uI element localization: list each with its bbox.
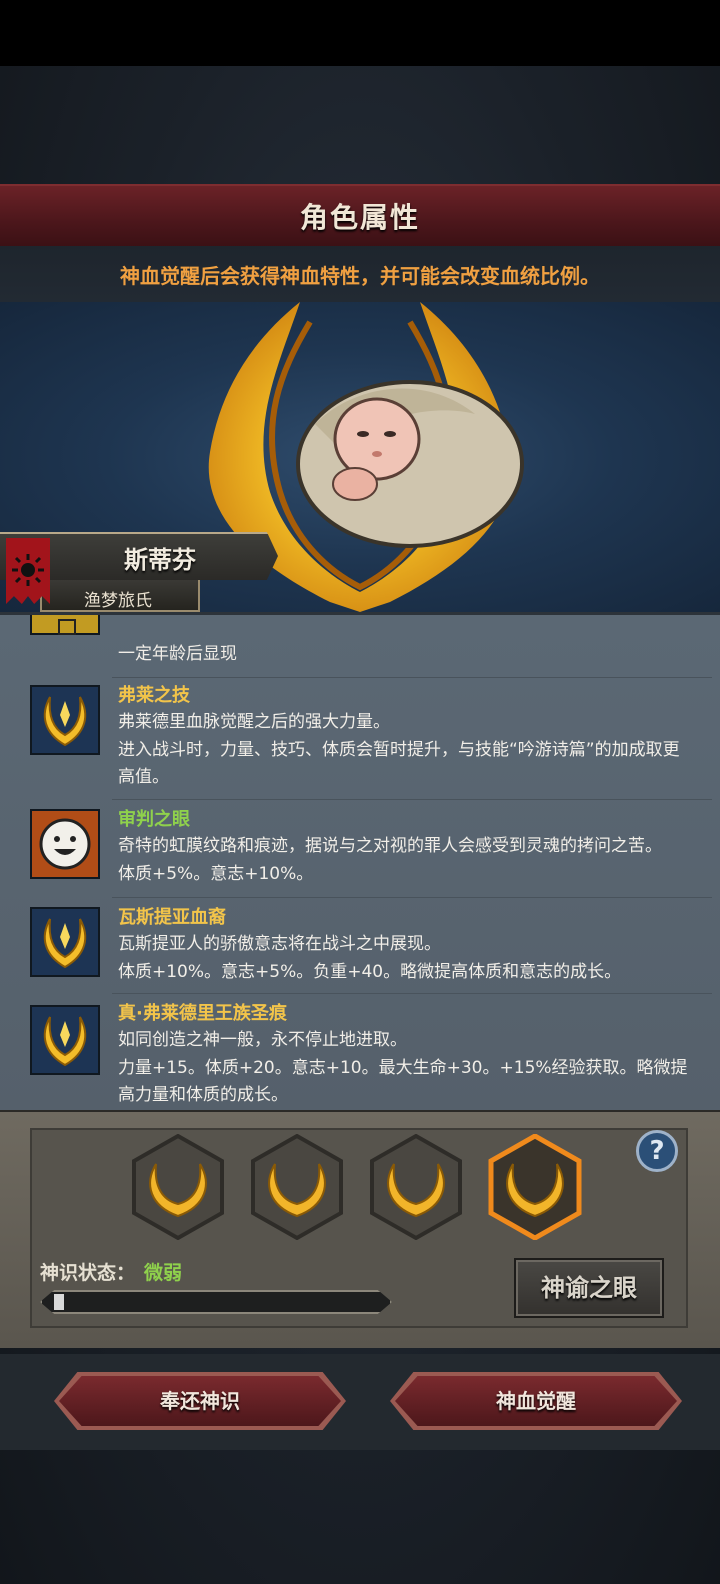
trait-desc-2b: 体质+5%。意志+10%。 (118, 864, 314, 884)
trait-list[interactable]: 一定年龄后显现 弗莱之技 弗莱德里血脉觉醒之后的强大力量。 进入战斗时，力量、技… (0, 612, 720, 1113)
trait-name-1: 弗莱之技 (118, 685, 190, 706)
character-clan: 渔梦旅氏 (84, 591, 152, 611)
trait-name-3: 瓦斯提亚血裔 (118, 907, 226, 928)
golden-crest-icon (30, 907, 100, 977)
divine-status-value: 微弱 (144, 1262, 183, 1284)
laurel-slot-3[interactable] (368, 1134, 464, 1240)
divider (112, 799, 712, 800)
black-sun-icon (12, 554, 44, 586)
golden-crest-icon (30, 685, 100, 755)
return-divinity-button[interactable]: 奉还神识 (59, 1376, 341, 1426)
trait-desc-2a: 奇特的虹膜纹路和痕迹，据说与之对视的罪人会感受到灵魂的拷问之苦。 (118, 836, 662, 856)
oracle-eye-button[interactable]: 神谕之眼 (514, 1258, 664, 1318)
locked-trait-icon (30, 615, 100, 635)
divine-progress-fill (54, 1294, 64, 1310)
trait-desc-3b: 体质+10%。意志+5%。负重+40。略微提高体质和意志的成长。 (118, 962, 622, 982)
golden-crest-icon (30, 1005, 100, 1075)
character-name: 斯蒂芬 (124, 546, 196, 574)
status-bar (0, 0, 720, 66)
divine-progress-track (40, 1290, 392, 1314)
trait-name-4: 真·弗莱德里王族圣痕 (118, 1003, 287, 1024)
divider (112, 677, 712, 678)
divine-status-label: 神识状态： (40, 1262, 136, 1284)
trait-desc-1b: 进入战斗时，力量、技巧、体质会暂时提升，与技能“吟游诗篇”的加成取更高值。 (118, 740, 680, 787)
trait-desc-1a: 弗莱德里血脉觉醒之后的强大力量。 (118, 712, 390, 732)
trait-desc-4a: 如同创造之神一般，永不停止地进取。 (118, 1030, 407, 1050)
baby-portrait-icon (296, 380, 524, 548)
trait-desc-0: 一定年龄后显现 (118, 644, 237, 664)
trait-name-2: 审判之眼 (118, 809, 190, 830)
page-subtitle: 神血觉醒后会获得神血特性，并可能会改变血统比例。 (120, 264, 600, 288)
divine-blood-awaken-button[interactable]: 神血觉醒 (395, 1376, 677, 1426)
page-title: 角色属性 (299, 201, 420, 234)
trait-desc-4b: 力量+15。体质+20。意志+10。最大生命+30。+15%经验获取。略微提高力… (118, 1058, 688, 1105)
divider (112, 897, 712, 898)
trait-desc-3a: 瓦斯提亚人的骄傲意志将在战斗之中展现。 (118, 934, 441, 954)
smiling-face-icon (30, 809, 100, 879)
laurel-slot-4-active[interactable] (487, 1134, 583, 1240)
laurel-slot-1[interactable] (130, 1134, 226, 1240)
laurel-slot-2[interactable] (249, 1134, 345, 1240)
help-button[interactable]: ? (636, 1130, 678, 1172)
divider (112, 993, 712, 994)
